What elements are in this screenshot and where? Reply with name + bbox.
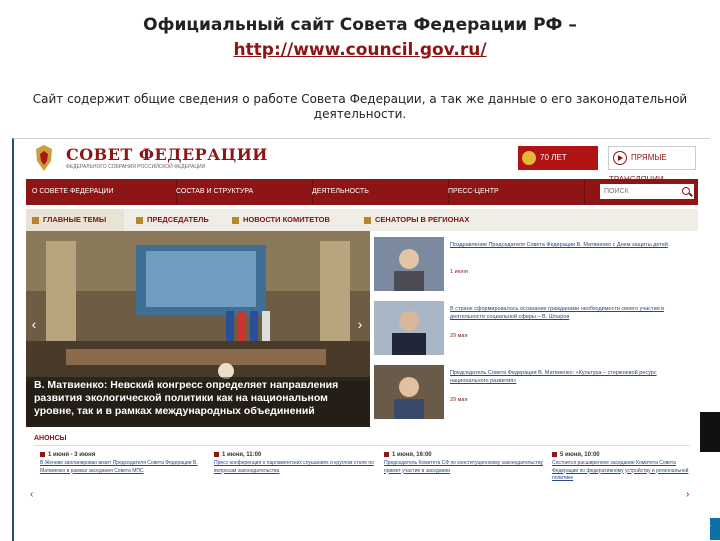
news-item[interactable]: В стране сформировалось осознание гражда… [374,301,698,363]
victory-banner[interactable]: 70 ЛЕТ ПОБЕДЕ [518,146,598,186]
bullet-icon [214,451,219,457]
bullet-icon [552,451,557,457]
search-icon[interactable] [682,187,690,195]
announcement-item[interactable]: 1 июня, 16:00 Председатель Комитета СФ п… [384,451,544,475]
site-url-link[interactable]: http://www.council.gov.ru/ [0,38,720,62]
content-tabs: ГЛАВНЫЕ ТЕМЫ ПРЕДСЕДАТЕЛЬ НОВОСТИ КОМИТЕ… [26,209,698,231]
announcement-text[interactable]: Пресс-конференция о парламентских слушан… [214,460,374,475]
announcement-item[interactable]: 1 июня - 3 июня В Женеве запланирован ви… [40,451,200,475]
announcement-text[interactable]: Председатель Комитета СФ по конституцион… [384,460,544,475]
main-headline[interactable]: В. Матвиенко: Невский конгресс определяе… [34,379,354,418]
announcements-title: АНОНСЫ [34,435,67,442]
slider-next-icon[interactable]: › [354,315,366,333]
announcement-date: 1 июня, 16:00 [392,452,432,458]
announcement-text[interactable]: В Женеве запланирован визит Председателя… [40,460,200,475]
news-thumbnail [374,365,444,419]
coat-of-arms-icon [36,145,52,171]
tab-main-topics[interactable]: ГЛАВНЫЕ ТЕМЫ [26,209,124,231]
slide-corner-bar [710,518,720,540]
announcement-item[interactable]: 1 июня, 11:00 Пресс-конференция о парлам… [214,451,374,475]
bullet-icon [384,451,389,457]
nav-activity[interactable]: ДЕЯТЕЛЬНОСТЬ [306,179,449,205]
news-title[interactable]: Поздравление Председателя Совета Федерац… [450,241,694,249]
announcement-date: 5 июня, 10:00 [560,452,600,458]
next-slide-icon[interactable]: ▸ [706,520,711,531]
tab-icon [232,216,239,224]
news-title[interactable]: В стране сформировалось осознание гражда… [450,305,694,321]
site-logo-subtitle: ФЕДЕРАЛЬНОГО СОБРАНИЯ РОССИЙСКОЙ ФЕДЕРАЦ… [66,164,206,170]
slide-side-tab[interactable] [700,412,720,452]
announcement-date: 1 июня - 3 июня [48,452,96,458]
announcement-text[interactable]: Состоится расширенное заседание Комитета… [552,460,692,483]
news-item[interactable]: Поздравление Председателя Совета Федерац… [374,237,698,299]
news-date: 29 мая [450,397,468,403]
news-item[interactable]: Председатель Совета Федерации В. Матвиен… [374,365,698,427]
news-thumbnail [374,237,444,291]
slider-prev-icon[interactable]: ‹ [28,315,40,333]
announcements-section: АНОНСЫ ‹ › 1 июня - 3 июня В Женеве запл… [26,431,698,541]
medal-icon [522,150,536,165]
website-screenshot: СОВЕТ ФЕДЕРАЦИИ ФЕДЕРАЛЬНОГО СОБРАНИЯ РО… [12,138,710,541]
divider [34,445,690,446]
slide-description: Сайт содержит общие сведения о работе Со… [32,92,688,121]
tab-committee-news[interactable]: НОВОСТИ КОМИТЕТОВ [226,209,352,231]
main-navigation: О СОВЕТЕ ФЕДЕРАЦИИ СОСТАВ И СТРУКТУРА ДЕ… [26,179,698,205]
tab-icon [136,216,143,224]
announcement-date: 1 июня, 11:00 [222,452,262,458]
bullet-icon [40,451,45,457]
search-input[interactable] [600,184,694,199]
announcement-item[interactable]: 5 июня, 10:00 Состоится расширенное засе… [552,451,692,483]
tab-senators-regions[interactable]: СЕНАТОРЫ В РЕГИОНАХ [358,209,488,231]
slide-title: Официальный сайт Совета Федерации РФ – [143,15,577,35]
news-thumbnail [374,301,444,355]
announcements-prev-icon[interactable]: ‹ [30,489,33,500]
nav-press-center[interactable]: ПРЕСС-ЦЕНТР [442,179,585,205]
tab-icon [32,216,39,224]
news-date: 1 июня [450,269,468,275]
news-date: 29 мая [450,333,468,339]
tab-icon [364,216,371,224]
tab-chairman[interactable]: ПРЕДСЕДАТЕЛЬ [130,209,220,231]
nav-about[interactable]: О СОВЕТЕ ФЕДЕРАЦИИ [26,179,177,205]
site-logo[interactable]: СОВЕТ ФЕДЕРАЦИИ [66,145,268,164]
announcements-next-icon[interactable]: › [686,489,689,500]
site-header: СОВЕТ ФЕДЕРАЦИИ ФЕДЕРАЛЬНОГО СОБРАНИЯ РО… [26,139,698,186]
live-broadcast-button[interactable]: ПРЯМЫЕ ТРАНСЛЯЦИИ [608,146,696,184]
news-title[interactable]: Председатель Совета Федерации В. Матвиен… [450,369,694,385]
play-icon [613,150,627,165]
nav-structure[interactable]: СОСТАВ И СТРУКТУРА [170,179,313,205]
